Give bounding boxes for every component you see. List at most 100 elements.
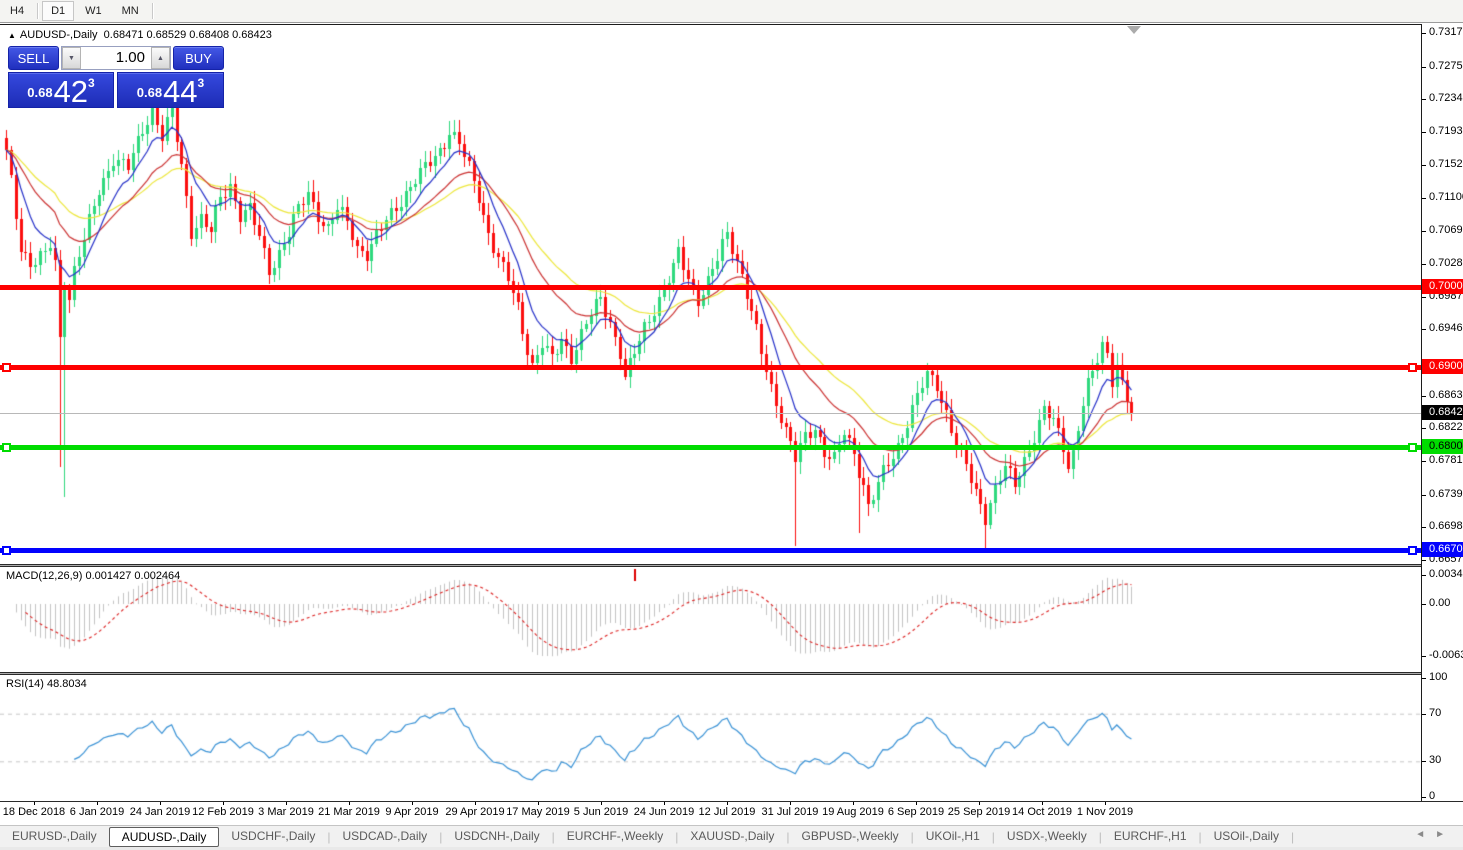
date-tick-label: 1 Nov 2019 xyxy=(1060,806,1150,818)
price-tick-label: 0.71100 xyxy=(1429,191,1463,203)
date-tick-mark xyxy=(223,802,224,805)
macd-tick-label: -0.00637 xyxy=(1429,649,1463,661)
macd-tick-dash xyxy=(1422,575,1426,576)
chart-tab-ukoil-h1[interactable]: UKOil-,H1 xyxy=(914,827,992,846)
price-tick-label: 0.66980 xyxy=(1429,520,1463,532)
chart-tab-gbpusd-weekly[interactable]: GBPUSD-,Weekly xyxy=(790,827,911,846)
rsi-tick-dash xyxy=(1422,678,1426,679)
horizontal-line-0.66705[interactable] xyxy=(0,548,1421,553)
chart-tab-usoil-daily[interactable]: USOil-,Daily xyxy=(1202,827,1291,846)
price-tick-label: 0.71930 xyxy=(1429,125,1463,137)
tab-scroll-left-icon[interactable]: ◄ xyxy=(1415,829,1435,840)
macd-label: MACD(12,26,9) 0.001427 0.002464 xyxy=(6,570,180,582)
rsi-tick-label: 100 xyxy=(1429,671,1447,683)
price-tick-label: 0.71520 xyxy=(1429,158,1463,170)
price-tick-dash xyxy=(1422,132,1426,133)
chart-tab-eurusd-daily[interactable]: EURUSD-,Daily xyxy=(0,827,109,846)
price-tick-label: 0.68220 xyxy=(1429,421,1463,433)
price-tick-dash xyxy=(1422,560,1426,561)
line-selection-marker[interactable] xyxy=(2,546,11,555)
volume-decrease-icon[interactable]: ▼ xyxy=(62,47,81,69)
macd-tick-dash xyxy=(1422,604,1426,605)
price-tick-label: 0.67390 xyxy=(1429,488,1463,500)
timeframe-h4-button[interactable]: H4 xyxy=(1,1,33,21)
volume-increase-icon[interactable]: ▲ xyxy=(151,47,170,69)
date-tick-mark xyxy=(664,802,665,805)
chart-title: ▲AUDUSD-,Daily 0.68471 0.68529 0.68408 0… xyxy=(8,29,272,41)
chart-tab-usdcad-daily[interactable]: USDCAD-,Daily xyxy=(331,827,440,846)
rsi-label: RSI(14) 48.8034 xyxy=(6,678,87,690)
price-badge-0.66705: 0.66705 xyxy=(1422,542,1463,557)
date-axis[interactable]: 18 Dec 20186 Jan 201924 Jan 201912 Feb 2… xyxy=(0,801,1463,825)
date-tick-mark xyxy=(916,802,917,805)
price-badge-0.69006: 0.69006 xyxy=(1422,359,1463,374)
date-tick-mark xyxy=(97,802,98,805)
line-selection-marker[interactable] xyxy=(1408,443,1417,452)
rsi-indicator-pane[interactable]: RSI(14) 48.8034 xyxy=(0,675,1421,801)
sell-price-tile[interactable]: 0.68 42 3 xyxy=(8,72,114,108)
date-tick-mark xyxy=(34,802,35,805)
sell-price-sup: 3 xyxy=(88,76,95,90)
macd-chart-canvas[interactable] xyxy=(0,567,1421,672)
macd-indicator-pane[interactable]: MACD(12,26,9) 0.001427 0.002464 xyxy=(0,567,1421,672)
horizontal-line-0.70002[interactable] xyxy=(0,285,1421,290)
price-tick-dash xyxy=(1422,198,1426,199)
tab-scroll-right-icon[interactable]: ► xyxy=(1435,829,1455,840)
price-tick-label: 0.70280 xyxy=(1429,257,1463,269)
chart-shift-marker-icon[interactable] xyxy=(1127,26,1141,34)
horizontal-line-0.69006[interactable] xyxy=(0,365,1421,370)
chart-tab-usdx-weekly[interactable]: USDX-,Weekly xyxy=(995,827,1099,846)
date-tick-mark xyxy=(412,802,413,805)
price-badge-0.68004: 0.68004 xyxy=(1422,439,1463,454)
price-tick-label: 0.72750 xyxy=(1429,60,1463,72)
chart-tab-usdcnh-daily[interactable]: USDCNH-,Daily xyxy=(442,827,551,846)
price-tick-dash xyxy=(1422,297,1426,298)
chart-tab-audusd-daily[interactable]: AUDUSD-,Daily xyxy=(109,827,220,847)
main-chart-pane[interactable]: ▲AUDUSD-,Daily 0.68471 0.68529 0.68408 0… xyxy=(0,24,1421,565)
date-tick-mark xyxy=(790,802,791,805)
rsi-tick-dash xyxy=(1422,797,1426,798)
toolbar-separator xyxy=(37,3,38,19)
rsi-tick-label: 30 xyxy=(1429,754,1441,766)
timeframe-toolbar: H4 D1 W1 MN xyxy=(0,0,1463,23)
price-tick-dash xyxy=(1422,231,1426,232)
toolbar-separator xyxy=(152,3,153,19)
buy-price-big: 44 xyxy=(163,77,197,106)
price-tick-dash xyxy=(1422,495,1426,496)
sell-button[interactable]: SELL xyxy=(8,46,59,70)
price-tick-dash xyxy=(1422,165,1426,166)
chart-tab-eurchf-weekly[interactable]: EURCHF-,Weekly xyxy=(555,827,675,846)
line-selection-marker[interactable] xyxy=(1408,546,1417,555)
rsi-tick-dash xyxy=(1422,714,1426,715)
volume-input[interactable]: 1.00 xyxy=(81,47,151,69)
horizontal-line-0.68004[interactable] xyxy=(0,445,1421,450)
rsi-chart-canvas[interactable] xyxy=(0,675,1421,801)
chart-tab-eurchf-h1[interactable]: EURCHF-,H1 xyxy=(1102,827,1199,846)
line-selection-marker[interactable] xyxy=(1408,363,1417,372)
sell-price-prefix: 0.68 xyxy=(27,85,52,100)
collapse-panel-icon[interactable]: ▲ xyxy=(8,31,16,40)
one-click-trading-panel: SELL ▼ 1.00 ▲ BUY 0.68 42 3 0.68 44 3 xyxy=(8,46,224,108)
price-tick-dash xyxy=(1422,396,1426,397)
rsi-tick-dash xyxy=(1422,761,1426,762)
macd-tick-dash xyxy=(1422,656,1426,657)
rsi-tick-label: 0 xyxy=(1429,790,1435,802)
price-tick-label: 0.70690 xyxy=(1429,224,1463,236)
price-tick-dash xyxy=(1422,67,1426,68)
chart-tab-xauusd-daily[interactable]: XAUUSD-,Daily xyxy=(678,827,786,846)
buy-button[interactable]: BUY xyxy=(173,46,224,70)
timeframe-d1-button[interactable]: D1 xyxy=(42,1,74,21)
price-axis[interactable]: 0.700020.690060.680040.667050.684230.731… xyxy=(1421,24,1463,801)
line-selection-marker[interactable] xyxy=(2,443,11,452)
price-tick-dash xyxy=(1422,329,1426,330)
timeframe-mn-button[interactable]: MN xyxy=(113,1,148,21)
line-selection-marker[interactable] xyxy=(2,363,11,372)
date-tick-mark xyxy=(979,802,980,805)
price-tick-label: 0.67810 xyxy=(1429,454,1463,466)
buy-price-tile[interactable]: 0.68 44 3 xyxy=(117,72,224,108)
date-tick-mark xyxy=(349,802,350,805)
price-tick-label: 0.72340 xyxy=(1429,92,1463,104)
timeframe-w1-button[interactable]: W1 xyxy=(76,1,111,21)
price-tick-dash xyxy=(1422,461,1426,462)
chart-tab-usdchf-daily[interactable]: USDCHF-,Daily xyxy=(219,827,327,846)
